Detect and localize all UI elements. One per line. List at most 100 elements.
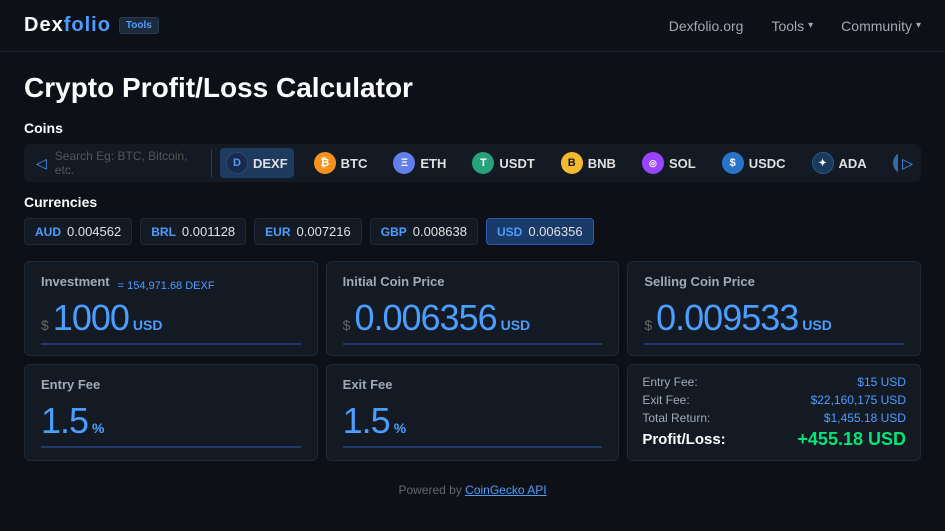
currency-gbp[interactable]: GBP 0.008638 [370, 218, 478, 245]
initial-price-value: 0.006356 [354, 297, 496, 339]
aud-value: 0.004562 [67, 224, 121, 239]
coin-item-dexf[interactable]: D DEXF [220, 148, 294, 178]
btc-icon: ₿ [314, 152, 336, 174]
coin-item-ada[interactable]: ✦ ADA [806, 148, 873, 178]
exit-fee-value: 1.5 [343, 400, 390, 442]
footer: Powered by CoinGecko API [0, 473, 945, 507]
currency-eur[interactable]: EUR 0.007216 [254, 218, 362, 245]
aud-code: AUD [35, 225, 61, 239]
navbar: Dexfolio Tools Dexfolio.org Tools ▾ Comm… [0, 0, 945, 52]
investment-value-row: $ 1000 USD [41, 297, 301, 339]
nav-logo-area: Dexfolio Tools [24, 14, 159, 37]
btc-label: BTC [341, 156, 368, 171]
profit-loss-row: Profit/Loss: +455.18 USD [642, 429, 906, 450]
eur-value: 0.007216 [297, 224, 351, 239]
coins-prev-button[interactable]: ◁ [32, 155, 51, 172]
entry-fee-result-row: Entry Fee: $15 USD [642, 375, 906, 389]
tools-badge: Tools [119, 17, 159, 34]
brl-code: BRL [151, 225, 176, 239]
usd-code: USD [497, 225, 522, 239]
ada-label: ADA [839, 156, 867, 171]
gbp-value: 0.008638 [413, 224, 467, 239]
entry-fee-value-row: 1.5 % [41, 400, 301, 442]
coins-row: ◁ Search Eg: BTC, Bitcoin, etc. D DEXF ₿… [24, 144, 921, 182]
investment-card: Investment = 154,971.68 DEXF $ 1000 USD [24, 261, 318, 356]
bnb-label: BNB [588, 156, 616, 171]
coingecko-link[interactable]: CoinGecko API [465, 483, 546, 497]
tools-chevron-icon: ▾ [808, 20, 813, 31]
entry-fee-result-label: Entry Fee: [642, 375, 697, 389]
coin-list: D DEXF ₿ BTC Ξ ETH T USDT B BNB ◎ SOL [220, 148, 898, 178]
entry-fee-unit: % [92, 420, 104, 436]
coin-item-eth[interactable]: Ξ ETH [387, 148, 452, 178]
currency-usd[interactable]: USD 0.006356 [486, 218, 594, 245]
total-return-value: $1,455.18 USD [824, 411, 906, 425]
investment-subtitle: = 154,971.68 DEXF [118, 280, 215, 292]
initial-price-dollar: $ [343, 317, 351, 333]
dexfolio-link[interactable]: Dexfolio.org [669, 18, 744, 34]
sol-icon: ◎ [642, 152, 664, 174]
search-placeholder-text: Search Eg: BTC, Bitcoin, etc. [55, 149, 203, 177]
logo: Dexfolio [24, 14, 111, 37]
footer-text: Powered by [398, 483, 465, 497]
page-title: Crypto Profit/Loss Calculator [24, 72, 921, 104]
bnb-icon: B [561, 152, 583, 174]
selling-price-input-line [644, 343, 904, 345]
nav-links: Dexfolio.org Tools ▾ Community ▾ [669, 18, 921, 34]
eur-code: EUR [265, 225, 290, 239]
exit-fee-value-row: 1.5 % [343, 400, 603, 442]
eth-label: ETH [420, 156, 446, 171]
coin-item-usdt[interactable]: T USDT [466, 148, 540, 178]
exit-fee-input-line [343, 446, 603, 448]
coin-search-area: ◁ Search Eg: BTC, Bitcoin, etc. [32, 149, 212, 177]
entry-fee-input-line [41, 446, 301, 448]
initial-price-card: Initial Coin Price $ 0.006356 USD [326, 261, 620, 356]
selling-price-unit: USD [802, 317, 832, 333]
calculator-grid: Investment = 154,971.68 DEXF $ 1000 USD … [24, 261, 921, 461]
investment-title: Investment [41, 274, 110, 289]
xrp-icon: ✕ [893, 152, 899, 174]
coin-item-usdc[interactable]: $ USDC [716, 148, 792, 178]
investment-value: 1000 [53, 297, 129, 339]
investment-unit: USD [133, 317, 163, 333]
profit-loss-value: +455.18 USD [797, 429, 906, 450]
exit-fee-result-value: $22,160,175 USD [811, 393, 906, 407]
initial-price-value-row: $ 0.006356 USD [343, 297, 603, 339]
coin-item-xrp[interactable]: ✕ XRP [887, 148, 899, 178]
initial-price-title: Initial Coin Price [343, 274, 603, 289]
initial-price-input-line [343, 343, 603, 345]
community-chevron-icon: ▾ [916, 20, 921, 31]
sol-label: SOL [669, 156, 696, 171]
exit-fee-result-label: Exit Fee: [642, 393, 689, 407]
dexf-label: DEXF [253, 156, 288, 171]
coins-next-button[interactable]: ▷ [902, 155, 913, 172]
community-link[interactable]: Community ▾ [841, 18, 921, 34]
entry-fee-value: 1.5 [41, 400, 88, 442]
entry-fee-card: Entry Fee 1.5 % [24, 364, 318, 461]
currency-brl[interactable]: BRL 0.001128 [140, 218, 246, 245]
coin-item-btc[interactable]: ₿ BTC [308, 148, 374, 178]
selling-price-value-row: $ 0.009533 USD [644, 297, 904, 339]
usdt-label: USDT [499, 156, 534, 171]
ada-icon: ✦ [812, 152, 834, 174]
brl-value: 0.001128 [182, 224, 235, 239]
usd-value: 0.006356 [528, 224, 582, 239]
profit-loss-label: Profit/Loss: [642, 431, 725, 448]
total-return-label: Total Return: [642, 411, 710, 425]
initial-price-unit: USD [501, 317, 531, 333]
logo-folio: folio [64, 14, 111, 36]
entry-fee-title: Entry Fee [41, 377, 301, 392]
entry-fee-result-value: $15 USD [857, 375, 906, 389]
exit-fee-result-row: Exit Fee: $22,160,175 USD [642, 393, 906, 407]
coin-item-sol[interactable]: ◎ SOL [636, 148, 702, 178]
selling-price-dollar: $ [644, 317, 652, 333]
usdt-icon: T [472, 152, 494, 174]
coin-item-bnb[interactable]: B BNB [555, 148, 622, 178]
currency-aud[interactable]: AUD 0.004562 [24, 218, 132, 245]
coins-label: Coins [24, 120, 921, 136]
gbp-code: GBP [381, 225, 407, 239]
tools-link[interactable]: Tools ▾ [771, 18, 813, 34]
usdc-label: USDC [749, 156, 786, 171]
total-return-result-row: Total Return: $1,455.18 USD [642, 411, 906, 425]
exit-fee-title: Exit Fee [343, 377, 603, 392]
